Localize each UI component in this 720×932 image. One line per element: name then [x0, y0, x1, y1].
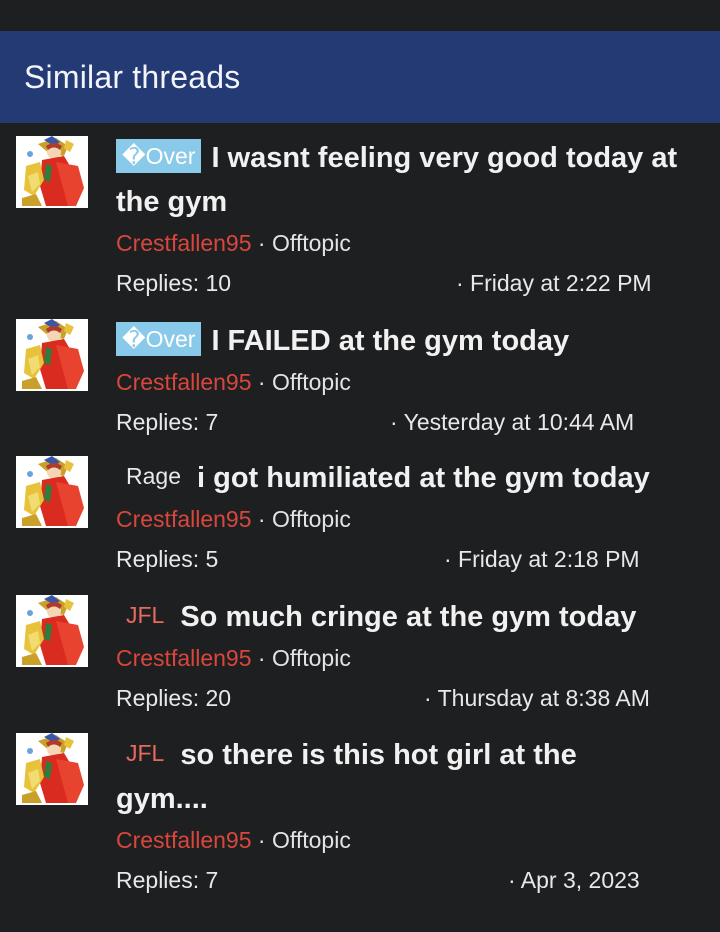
thread-forum[interactable]: Offtopic [272, 827, 351, 853]
avatar-image [16, 456, 88, 528]
thread-title[interactable]: I FAILED at the gym today [211, 325, 569, 357]
meta-separator: · [257, 506, 266, 532]
thread-prefix-label[interactable]: �Over [116, 139, 202, 173]
thread-title-line[interactable]: �Over I wasnt feeling very good today at … [116, 136, 700, 224]
thread-meta: Crestfallen95 · Offtopic [116, 502, 700, 536]
thread-title-line[interactable]: JFL so there is this hot girl at the gym.… [116, 733, 700, 821]
thread-author[interactable]: Crestfallen95 [116, 645, 252, 671]
thread-replies: Replies: 7 [116, 867, 219, 893]
thread-prefix-label[interactable]: �Over [116, 322, 202, 356]
thread-stats: Replies: 7 · Apr 3, 2023 [116, 863, 700, 897]
thread-replies: Replies: 7 [116, 409, 219, 435]
thread-forum[interactable]: Offtopic [272, 645, 351, 671]
thread-title-line[interactable]: Rage i got humiliated at the gym today [116, 456, 700, 500]
avatar-image [16, 319, 88, 391]
meta-separator: · [257, 827, 266, 853]
status-bar-area [0, 0, 720, 31]
avatar[interactable] [16, 319, 88, 391]
avatar[interactable] [16, 136, 88, 208]
thread-forum[interactable]: Offtopic [272, 369, 351, 395]
thread-title[interactable]: i got humiliated at the gym today [197, 462, 650, 494]
thread-stats: Replies: 7 · Yesterday at 10:44 AM [116, 405, 700, 439]
thread-date: · Apr 3, 2023 [508, 867, 640, 893]
thread-author[interactable]: Crestfallen95 [116, 506, 252, 532]
thread-meta: Crestfallen95 · Offtopic [116, 823, 700, 857]
thread-forum[interactable]: Offtopic [272, 230, 351, 256]
thread-author[interactable]: Crestfallen95 [116, 230, 252, 256]
avatar[interactable] [16, 456, 88, 528]
thread-stats: Replies: 10 · Friday at 2:22 PM [116, 266, 700, 300]
thread-title-line[interactable]: JFL So much cringe at the gym today [116, 595, 700, 639]
section-header: Similar threads [0, 31, 720, 123]
thread-replies: Replies: 10 [116, 270, 232, 296]
thread-prefix-label[interactable]: JFL [116, 598, 170, 632]
thread-date: · Friday at 2:22 PM [456, 270, 652, 296]
avatar[interactable] [16, 733, 88, 805]
avatar-image [16, 733, 88, 805]
meta-separator: · [257, 645, 266, 671]
thread-date: · Friday at 2:18 PM [444, 546, 640, 572]
thread-date: · Thursday at 8:38 AM [424, 685, 650, 711]
thread-author[interactable]: Crestfallen95 [116, 827, 252, 853]
thread-meta: Crestfallen95 · Offtopic [116, 226, 700, 260]
thread-title[interactable]: So much cringe at the gym today [180, 601, 636, 633]
section-title: Similar threads [24, 58, 241, 95]
meta-separator: · [257, 230, 266, 256]
thread-title-line[interactable]: �Over I FAILED at the gym today [116, 319, 700, 363]
meta-separator: · [257, 369, 266, 395]
avatar-image [16, 136, 88, 208]
thread-prefix-label[interactable]: Rage [116, 459, 187, 493]
thread-replies: Replies: 5 [116, 546, 219, 572]
thread-stats: Replies: 5 · Friday at 2:18 PM [116, 542, 700, 576]
avatar-image [16, 595, 88, 667]
avatar[interactable] [16, 595, 88, 667]
thread-date: · Yesterday at 10:44 AM [390, 409, 635, 435]
thread-forum[interactable]: Offtopic [272, 506, 351, 532]
thread-meta: Crestfallen95 · Offtopic [116, 641, 700, 675]
thread-title[interactable]: so there is this hot girl at the gym.... [116, 739, 577, 815]
thread-meta: Crestfallen95 · Offtopic [116, 365, 700, 399]
thread-author[interactable]: Crestfallen95 [116, 369, 252, 395]
thread-stats: Replies: 20 · Thursday at 8:38 AM [116, 681, 700, 715]
thread-prefix-label[interactable]: JFL [116, 736, 170, 770]
thread-replies: Replies: 20 [116, 685, 232, 711]
